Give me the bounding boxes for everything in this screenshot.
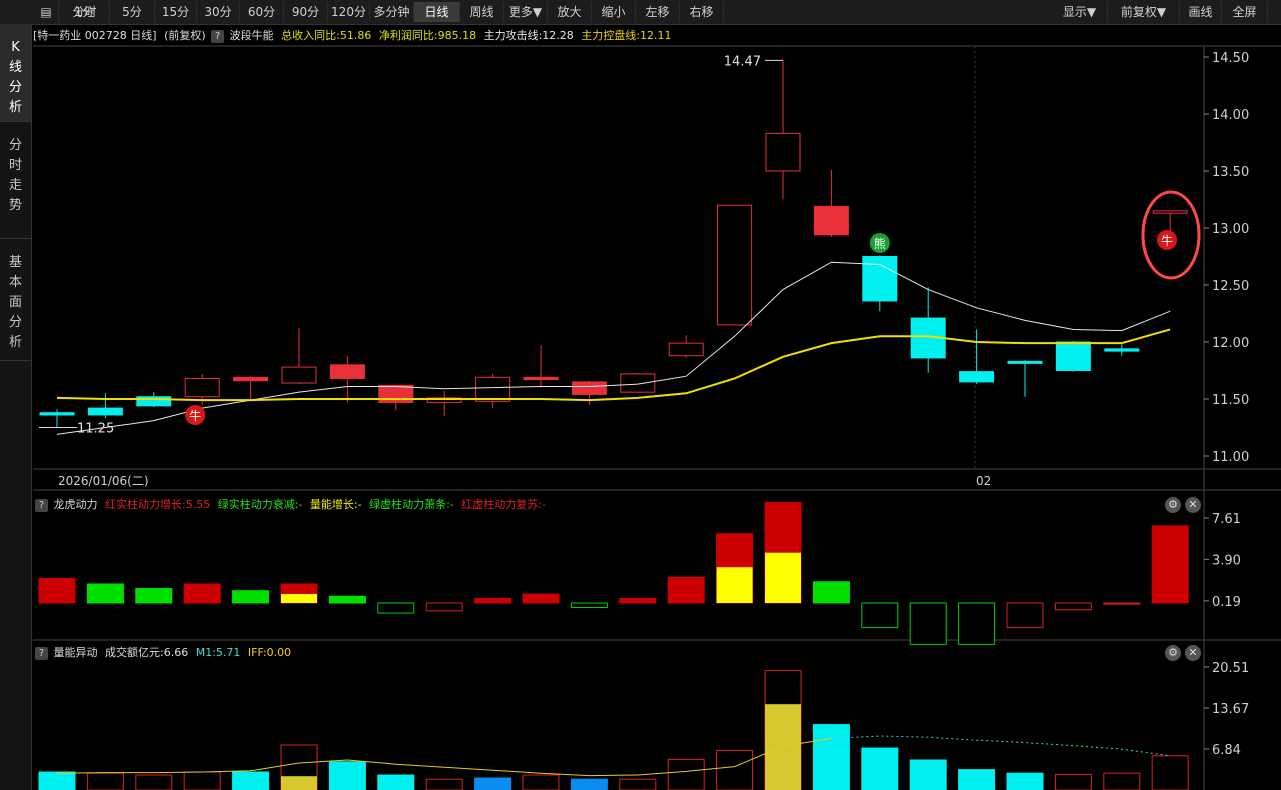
volume-bar [619,778,657,790]
power-bar [1006,602,1044,629]
candle-body [1007,360,1043,364]
price-tick-label: 11.50 [1212,393,1249,408]
candle-body [233,376,269,382]
candle-body [620,373,656,393]
candle-body [1152,210,1188,214]
panel2-tick-label: 3.90 [1212,553,1241,568]
power-bar [328,595,366,604]
price-tick-label: 14.00 [1212,108,1249,123]
volume-bar [328,761,366,790]
candle-body [475,376,511,402]
power-bar [1103,602,1141,605]
volume-bar [425,778,463,790]
power-bar [667,576,705,604]
candle-body [717,204,753,326]
power-bar [135,587,173,604]
panel2-tick-label: 7.61 [1212,512,1241,527]
power-yellow-bar [765,552,801,603]
panel2-tick-label: 0.19 [1212,595,1241,610]
power-bar [812,581,850,604]
power-bar [38,577,76,604]
candle-body [87,407,123,416]
power-bar [1151,525,1189,604]
volume-yellow-bar [765,704,801,790]
volume-bar [570,778,608,790]
month-label: 02 [976,474,991,488]
volume-bar [183,771,221,790]
price-tick-label: 13.00 [1212,222,1249,237]
volume-bar [377,774,415,790]
high-label: 14.47 [724,54,761,69]
volume-bar [958,769,996,790]
power-bar [861,602,899,629]
candle-body [813,205,849,236]
power-bar [425,602,463,612]
volume-bar [1103,772,1141,790]
m1-line [56,737,832,777]
candle-body [39,412,75,416]
candle-body [668,342,704,357]
power-bar [570,602,608,608]
candle-body [1055,341,1091,371]
volume-bar [86,772,124,790]
power-yellow-bar [281,594,317,603]
power-bar [86,583,124,604]
price-tick-label: 14.50 [1212,51,1249,66]
kline-chart[interactable]: 14.50 14.00 13.50 13.00 12.50 12.00 11.50 11.00… [0,0,1281,790]
power-bar [619,598,657,604]
candle-body [765,132,801,172]
volume-bar [1151,755,1189,790]
candle-body [281,366,317,384]
control-line [56,328,1171,402]
power-bar [474,598,512,604]
volume-bar [861,747,899,790]
volume-bar [1054,773,1092,790]
power-bar [522,593,560,604]
power-bar [909,602,947,645]
panel3-tick-label: 6.84 [1212,743,1241,758]
candle-body [523,376,559,381]
panel3-tick-label: 13.67 [1212,702,1249,717]
price-tick-label: 12.50 [1212,279,1249,294]
volume-bar [232,771,270,790]
volume-bar [812,724,850,790]
candle-body [329,364,365,379]
volume-bar [474,777,512,790]
attack-line [56,261,1171,435]
volume-bar [38,771,76,790]
price-tick-label: 12.00 [1212,336,1249,351]
candle-body [959,371,995,383]
volume-bar [1006,772,1044,790]
panel3-tick-label: 20.51 [1212,661,1249,676]
volume-bar [522,774,560,790]
volume-bar [909,759,947,790]
candle-body [1104,348,1140,352]
bull-signal-label: 牛 [1161,233,1173,248]
candle-body [862,256,898,302]
candle-body [571,381,607,395]
bear-signal-label: 熊 [874,236,886,251]
volume-bar [667,758,705,790]
power-bar [232,590,270,604]
low-label: 11.25 [77,422,114,437]
bull-signal-label: 牛 [189,408,201,423]
power-bar [183,583,221,604]
volume-bar [716,749,754,790]
volume-bar [135,774,173,790]
power-bar [1054,602,1092,611]
price-tick-label: 11.00 [1212,450,1249,465]
power-bar [377,602,415,614]
price-tick-label: 13.50 [1212,165,1249,180]
candle-body [184,377,220,398]
power-yellow-bar [716,567,753,603]
date-label: 2026/01/06(二) [58,474,149,488]
volume-yellow-bar [281,776,317,790]
power-bar [958,602,996,645]
